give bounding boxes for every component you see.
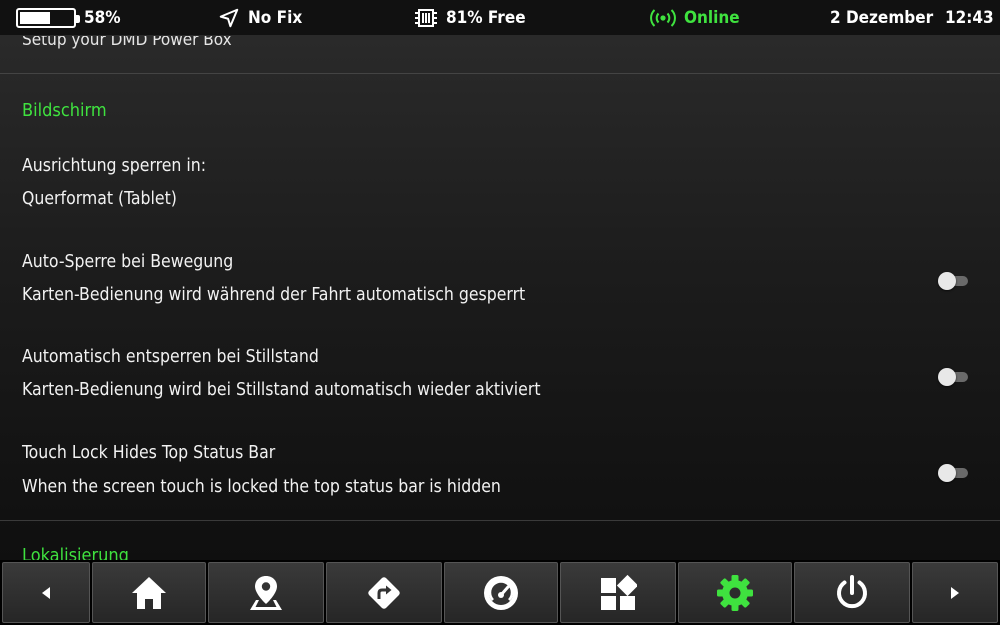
home-icon: [132, 576, 166, 609]
nav-map-button[interactable]: [208, 562, 324, 623]
nav-forward-button[interactable]: [912, 562, 998, 623]
speedometer-icon: [484, 575, 518, 610]
gps-text: No Fix: [248, 8, 303, 28]
navigation-arrow-icon: [219, 8, 239, 28]
touch-lock-status-title: Touch Lock Hides Top Status Bar: [22, 443, 276, 463]
auto-unlock-subtitle: Karten-Bedienung wird bei Stillstand aut…: [22, 380, 541, 400]
memory-status: 81% Free: [414, 0, 526, 36]
setup-power-box-label: Setup your DMD Power Box: [22, 36, 232, 50]
auto-lock-subtitle: Karten-Bedienung wird während der Fahrt …: [22, 285, 526, 305]
auto-lock-toggle[interactable]: [938, 272, 968, 290]
network-status: Online: [650, 0, 740, 36]
setup-power-box-item[interactable]: Setup your DMD Power Box: [0, 36, 1000, 74]
bottom-nav: [0, 560, 1000, 625]
gear-icon: [717, 574, 753, 611]
arrow-left-icon: [42, 586, 50, 599]
auto-unlock-toggle[interactable]: [938, 368, 968, 386]
power-icon: [837, 574, 867, 608]
touch-lock-status-subtitle: When the screen touch is locked the top …: [22, 477, 501, 497]
date-text: 2 Dezember: [830, 8, 934, 28]
battery-status: 58%: [16, 0, 121, 36]
status-bar: 58% No Fix 81% Free Online 2 Dezember 12…: [0, 0, 1000, 36]
gps-status: No Fix: [218, 0, 302, 36]
nav-dashboard-button[interactable]: [560, 562, 676, 623]
route-icon: [368, 576, 400, 609]
nav-route-button[interactable]: [326, 562, 442, 623]
auto-unlock-title: Automatisch entsperren bei Stillstand: [22, 347, 319, 367]
auto-lock-title: Auto-Sperre bei Bewegung: [22, 252, 234, 272]
memory-text: 81% Free: [446, 8, 526, 28]
battery-icon: [16, 8, 80, 28]
nav-back-button[interactable]: [2, 562, 90, 623]
time-text: 12:43: [945, 8, 994, 28]
signal-broadcast-icon: [650, 9, 676, 27]
nav-home-button[interactable]: [92, 562, 206, 623]
network-text: Online: [684, 8, 740, 28]
memory-chip-icon: [415, 9, 437, 27]
settings-list[interactable]: Setup your DMD Power Box Bildschirm Ausr…: [0, 36, 1000, 560]
map-pin-icon: [250, 575, 282, 610]
orientation-lock-title: Ausrichtung sperren in:: [22, 156, 207, 176]
nav-speed-button[interactable]: [444, 562, 558, 623]
battery-text: 58%: [84, 8, 121, 28]
dashboard-icon: [601, 574, 637, 610]
section-title-display: Bildschirm: [22, 100, 107, 121]
nav-settings-button[interactable]: [678, 562, 792, 623]
touch-lock-status-toggle[interactable]: [938, 464, 968, 482]
section-title-localization: Lokalisierung: [22, 545, 129, 560]
section-divider: [0, 520, 1000, 521]
nav-power-button[interactable]: [794, 562, 910, 623]
orientation-lock-value: Querformat (Tablet): [22, 189, 177, 209]
arrow-right-icon: [951, 586, 959, 599]
